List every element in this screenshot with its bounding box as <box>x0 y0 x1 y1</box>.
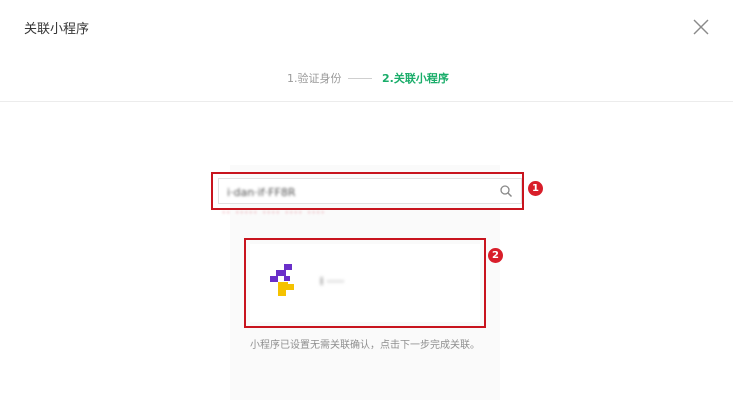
search-icon[interactable] <box>499 184 513 198</box>
search-result-card[interactable]: I ····· <box>250 244 480 322</box>
header-divider <box>0 101 733 102</box>
annotation-badge-1: 1 <box>528 181 543 196</box>
search-box[interactable] <box>218 178 522 204</box>
step-indicator: 1.验证身份 2.关联小程序 <box>0 70 733 88</box>
step-verify-identity: 1.验证身份 <box>287 72 342 85</box>
app-name: I ····· <box>320 275 345 288</box>
app-logo-icon <box>270 264 294 296</box>
close-icon[interactable] <box>690 16 712 38</box>
step-link-miniprogram: 2.关联小程序 <box>382 72 449 85</box>
close-button[interactable] <box>690 16 712 38</box>
search-hint: ·· ····· ···· ···· ···· <box>222 206 326 219</box>
dialog-title: 关联小程序 <box>24 22 90 37</box>
annotation-badge-2: 2 <box>488 248 503 263</box>
info-message: 小程序已设置无需关联确认，点击下一步完成关联。 <box>250 340 480 351</box>
step-separator <box>348 78 372 79</box>
search-input[interactable] <box>225 182 499 202</box>
